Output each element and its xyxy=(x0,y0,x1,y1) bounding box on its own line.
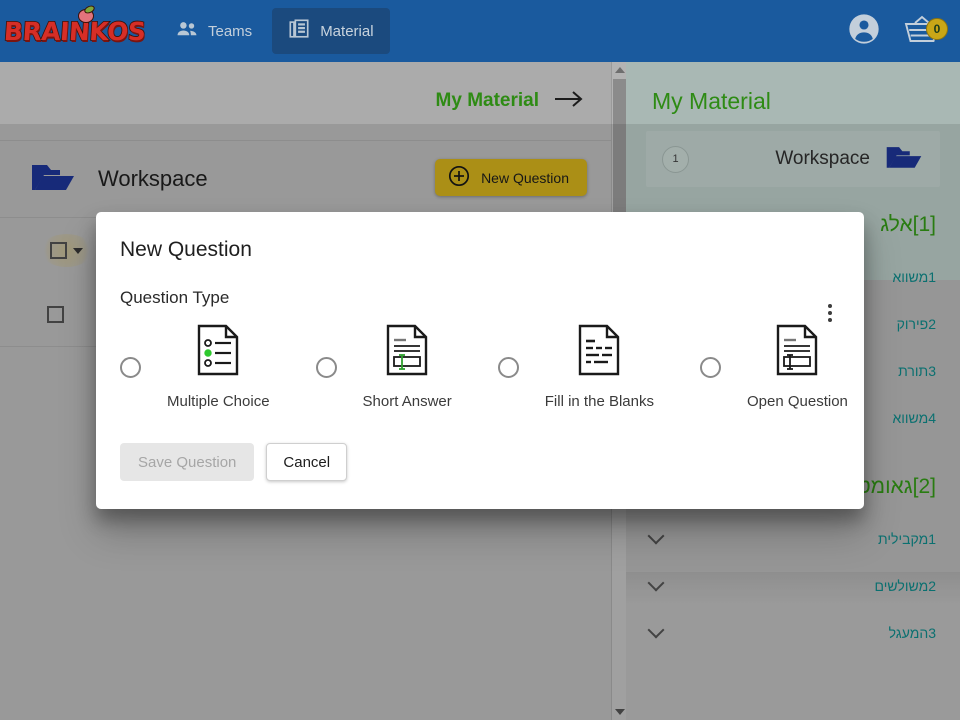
cart-badge: 0 xyxy=(926,17,948,40)
nav-item-material-label: Material xyxy=(320,22,374,40)
question-type-short-answer[interactable]: Short Answer xyxy=(315,324,452,410)
kebab-menu-icon[interactable] xyxy=(828,304,832,322)
question-type-multiple-choice[interactable]: Multiple Choice xyxy=(120,324,270,410)
question-type-open-question[interactable]: Open Question xyxy=(699,324,848,410)
main-nav: Teams Material xyxy=(160,8,390,54)
open-question-doc-icon xyxy=(775,324,819,381)
question-type-options: Multiple Choice Short Answer Fill in the… xyxy=(120,324,848,410)
radio-fill-blanks[interactable] xyxy=(497,356,519,378)
brainkos-logo[interactable]: BRAINKOS xyxy=(2,9,148,51)
fill-blanks-doc-icon xyxy=(577,324,621,381)
short-answer-figure: Short Answer xyxy=(363,324,452,410)
nav-item-teams[interactable]: Teams xyxy=(160,10,268,52)
radio-multiple-choice[interactable] xyxy=(120,356,141,378)
nav-item-teams-label: Teams xyxy=(208,22,253,40)
dialog-title: New Question xyxy=(120,238,252,261)
berry-icon xyxy=(78,9,94,23)
save-question-button[interactable]: Save Question xyxy=(120,443,255,481)
new-question-dialog: New Question Question Type Multiple Choi… xyxy=(96,212,864,509)
dialog-actions: Save Question Cancel xyxy=(120,443,348,481)
people-icon xyxy=(176,20,198,42)
app-header: BRAINKOS Teams Material 0 xyxy=(0,0,960,62)
question-type-label: Short Answer xyxy=(362,393,452,410)
radio-short-answer[interactable] xyxy=(315,356,337,378)
cart-button[interactable]: 0 xyxy=(902,12,948,51)
open-question-figure: Open Question xyxy=(747,324,848,410)
material-list-icon xyxy=(288,18,310,44)
radio-open-question[interactable] xyxy=(699,356,721,378)
header-actions: 0 xyxy=(848,0,948,62)
cancel-button[interactable]: Cancel xyxy=(266,443,348,481)
question-type-label: Fill in the Blanks xyxy=(544,393,654,410)
question-type-fill-blanks[interactable]: Fill in the Blanks xyxy=(497,324,654,410)
logo-text: BRAINKOS xyxy=(2,16,147,47)
short-answer-doc-icon xyxy=(385,324,429,381)
arrow-right-icon[interactable] xyxy=(553,88,585,114)
right-panel-title: My Material xyxy=(652,88,771,114)
app-root: BRAINKOS Teams Material 0 My Material Wo… xyxy=(0,0,960,720)
nav-item-material[interactable]: Material xyxy=(272,8,390,54)
my-material-link[interactable]: My Material xyxy=(436,90,539,112)
question-type-label: Open Question xyxy=(746,393,848,410)
question-type-label: Question Type xyxy=(120,288,230,307)
scroll-up-button[interactable] xyxy=(612,62,627,78)
account-circle-icon[interactable] xyxy=(848,13,880,50)
multiple-choice-doc-icon xyxy=(196,324,240,381)
question-type-label: Multiple Choice xyxy=(167,393,270,410)
fill-blanks-figure: Fill in the Blanks xyxy=(545,324,654,410)
multiple-choice-figure: Multiple Choice xyxy=(167,324,270,410)
